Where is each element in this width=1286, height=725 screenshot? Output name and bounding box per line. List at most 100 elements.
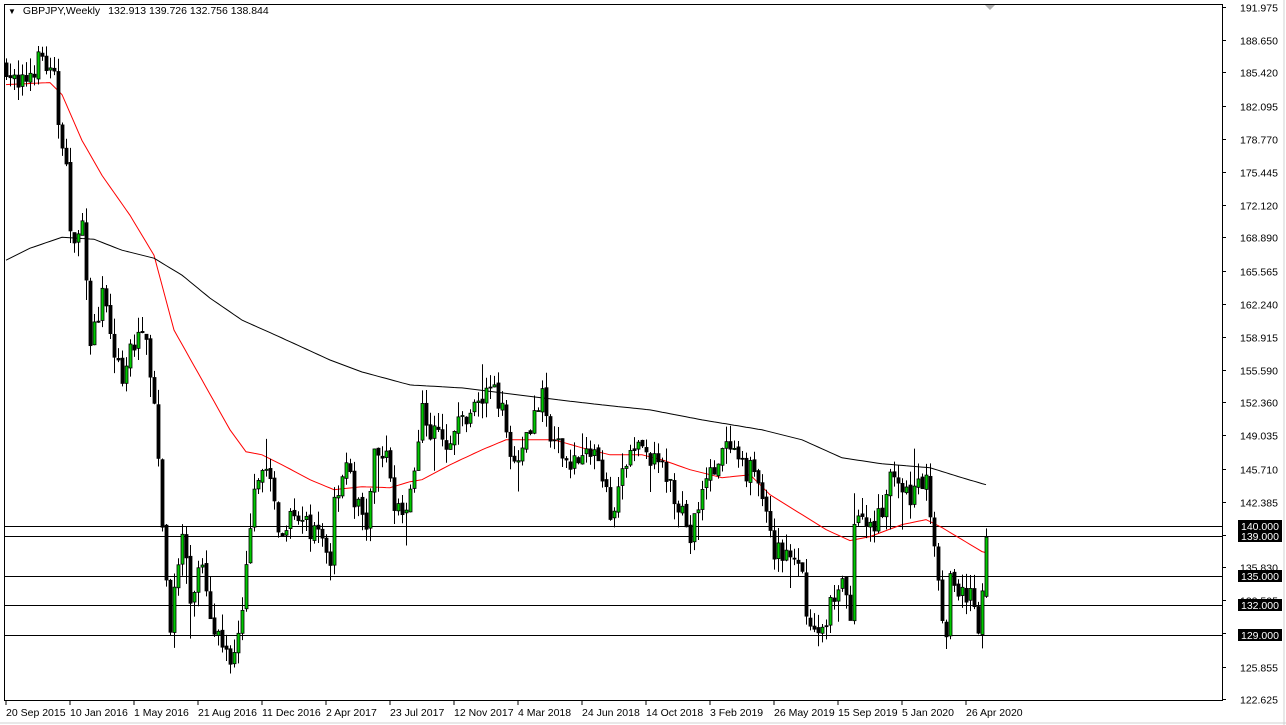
candle-body xyxy=(56,71,61,125)
candle-body xyxy=(20,74,25,87)
y-tick-label: 178.770 xyxy=(1240,135,1278,147)
candle-body xyxy=(976,606,981,634)
candle-body xyxy=(908,484,913,506)
candle-body xyxy=(924,474,929,490)
candle-body xyxy=(152,377,157,404)
candle-body xyxy=(324,537,329,553)
level-label-text: 129.000 xyxy=(1241,630,1279,642)
candle-body xyxy=(692,513,697,543)
candle-body xyxy=(464,416,469,425)
candle-body xyxy=(240,609,245,634)
candle-body xyxy=(408,488,413,513)
candle-body xyxy=(876,508,881,532)
candle-body xyxy=(712,467,717,475)
price-chart[interactable]: 191.975 188.650 185.420 182.095 178.770 175.4… xyxy=(0,0,1286,725)
candle-body xyxy=(832,597,837,602)
candle-body xyxy=(904,486,909,494)
candle-body xyxy=(316,524,321,530)
candle-body xyxy=(544,387,549,417)
candle-body xyxy=(424,402,429,426)
candle-body xyxy=(236,632,241,654)
candle-body xyxy=(588,448,593,457)
candle-body xyxy=(984,536,989,597)
candle-body xyxy=(296,515,301,522)
candle-body xyxy=(764,496,769,512)
candle-body xyxy=(964,587,969,603)
candle-body xyxy=(940,579,945,621)
candle-body xyxy=(148,338,153,378)
candle-body xyxy=(244,564,249,610)
y-tick-label: 165.565 xyxy=(1240,267,1278,279)
candle-body xyxy=(552,439,557,442)
candle-body xyxy=(868,521,873,528)
candle-body xyxy=(820,626,825,634)
candle-bearish xyxy=(280,532,285,537)
symbol-label: GBPJPY,Weekly xyxy=(22,5,101,17)
candle-body xyxy=(300,519,305,522)
candle-body xyxy=(576,457,581,464)
candle-bearish xyxy=(88,277,93,355)
candle-body xyxy=(512,455,517,462)
candle-body xyxy=(652,453,657,465)
candle-body xyxy=(460,415,465,417)
candle-body xyxy=(264,468,269,471)
candle-body xyxy=(968,588,973,601)
candle-bearish xyxy=(684,499,689,528)
candle-body xyxy=(872,520,877,532)
candle-body xyxy=(252,488,257,528)
candle-body xyxy=(160,459,165,528)
candle-body xyxy=(660,460,665,463)
candle-body xyxy=(980,590,985,635)
y-tick-label: 149.035 xyxy=(1240,431,1278,443)
candle-body xyxy=(388,450,393,479)
candle-body xyxy=(856,515,861,524)
candle-body xyxy=(956,583,961,597)
candle-body xyxy=(524,432,529,450)
candle-body xyxy=(72,232,77,244)
y-tick-label: 125.855 xyxy=(1240,663,1278,675)
candle-body xyxy=(676,503,681,513)
candle-body xyxy=(884,494,889,518)
candle-body xyxy=(208,591,213,620)
candle-body xyxy=(384,450,389,458)
candle-body xyxy=(716,463,721,477)
dropdown-triangle-icon[interactable]: ▼ xyxy=(8,7,16,16)
candle-body xyxy=(932,517,937,547)
candle-body xyxy=(952,571,957,586)
candle-body xyxy=(880,507,885,518)
candle-body xyxy=(548,416,553,442)
candle-body xyxy=(32,73,37,78)
candle-body xyxy=(688,524,693,544)
x-tick-label: 26 May 2019 xyxy=(774,707,835,719)
candle-body xyxy=(404,509,409,514)
candle-body xyxy=(44,55,49,72)
x-tick-label: 5 Jan 2020 xyxy=(902,707,954,719)
candle-body xyxy=(896,477,901,484)
candle-body xyxy=(184,534,189,559)
candle-body xyxy=(176,564,181,589)
candle-body xyxy=(344,462,349,479)
candle-body xyxy=(972,588,977,608)
candle-body xyxy=(732,447,737,450)
chart-header: ▼ GBPJPY,Weekly 132.913 139.726 132.756 … xyxy=(8,5,271,17)
level-label-text: 132.000 xyxy=(1241,600,1279,612)
candle-body xyxy=(280,533,285,537)
candle-body xyxy=(8,75,13,79)
candle-bearish xyxy=(68,147,73,244)
candle-body xyxy=(944,621,949,638)
candle-bearish xyxy=(388,447,393,482)
candle-body xyxy=(156,404,161,459)
candle-body xyxy=(220,629,225,648)
candle-body xyxy=(340,476,345,497)
candle-body xyxy=(132,344,137,351)
candle-body xyxy=(780,542,785,561)
candle-body xyxy=(260,470,265,483)
candle-body xyxy=(768,511,773,531)
candle-body xyxy=(564,458,569,461)
candle-body xyxy=(68,162,73,232)
candle-body xyxy=(808,617,813,627)
candle-body xyxy=(308,514,313,540)
candle-body xyxy=(88,280,93,347)
candle-bullish xyxy=(948,570,953,640)
candle-body xyxy=(40,52,45,57)
